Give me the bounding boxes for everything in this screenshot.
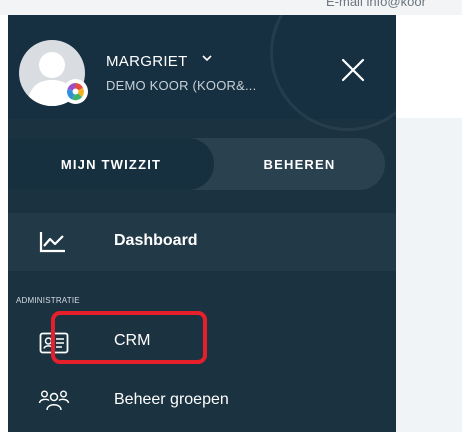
tab-beheren[interactable]: BEHEREN <box>214 138 385 190</box>
section-heading-administratie: ADMINISTRATIE <box>16 296 80 305</box>
sidebar-item-beheer-groepen[interactable]: Beheer groepen <box>8 375 396 425</box>
sidebar-item-dashboard-label: Dashboard <box>114 232 198 249</box>
tab-beheren-label: BEHEREN <box>263 156 336 172</box>
sidebar-header: MARGRIET DEMO KOOR (KOOR&... <box>8 15 396 131</box>
crm-highlight-box <box>51 311 207 364</box>
user-name[interactable]: MARGRIET <box>106 53 188 70</box>
close-icon[interactable] <box>340 57 366 83</box>
main-content-panel <box>396 118 462 432</box>
decorative-ring <box>270 15 396 131</box>
sidebar-item-dashboard[interactable]: Dashboard <box>8 213 396 271</box>
group-icon <box>38 390 70 411</box>
organization-name: DEMO KOOR (KOOR&... <box>106 78 257 93</box>
browser-topbar: E-mail info@koor <box>0 0 462 15</box>
tab-mijn-twizzit-label: MIJN TWIZZIT <box>60 156 162 172</box>
sidebar: MARGRIET DEMO KOOR (KOOR&... MIJN TWIZZI… <box>8 15 396 432</box>
sidebar-item-beheer-groepen-label: Beheer groepen <box>114 391 229 408</box>
chevron-down-icon[interactable] <box>201 52 213 64</box>
line-chart-icon <box>39 232 65 253</box>
tab-mijn-twizzit[interactable]: MIJN TWIZZIT <box>8 138 214 190</box>
view-switcher: MIJN TWIZZIT BEHEREN <box>8 138 385 190</box>
club-logo-badge-icon <box>63 79 88 104</box>
email-info-text: E-mail info@koor <box>326 0 426 9</box>
